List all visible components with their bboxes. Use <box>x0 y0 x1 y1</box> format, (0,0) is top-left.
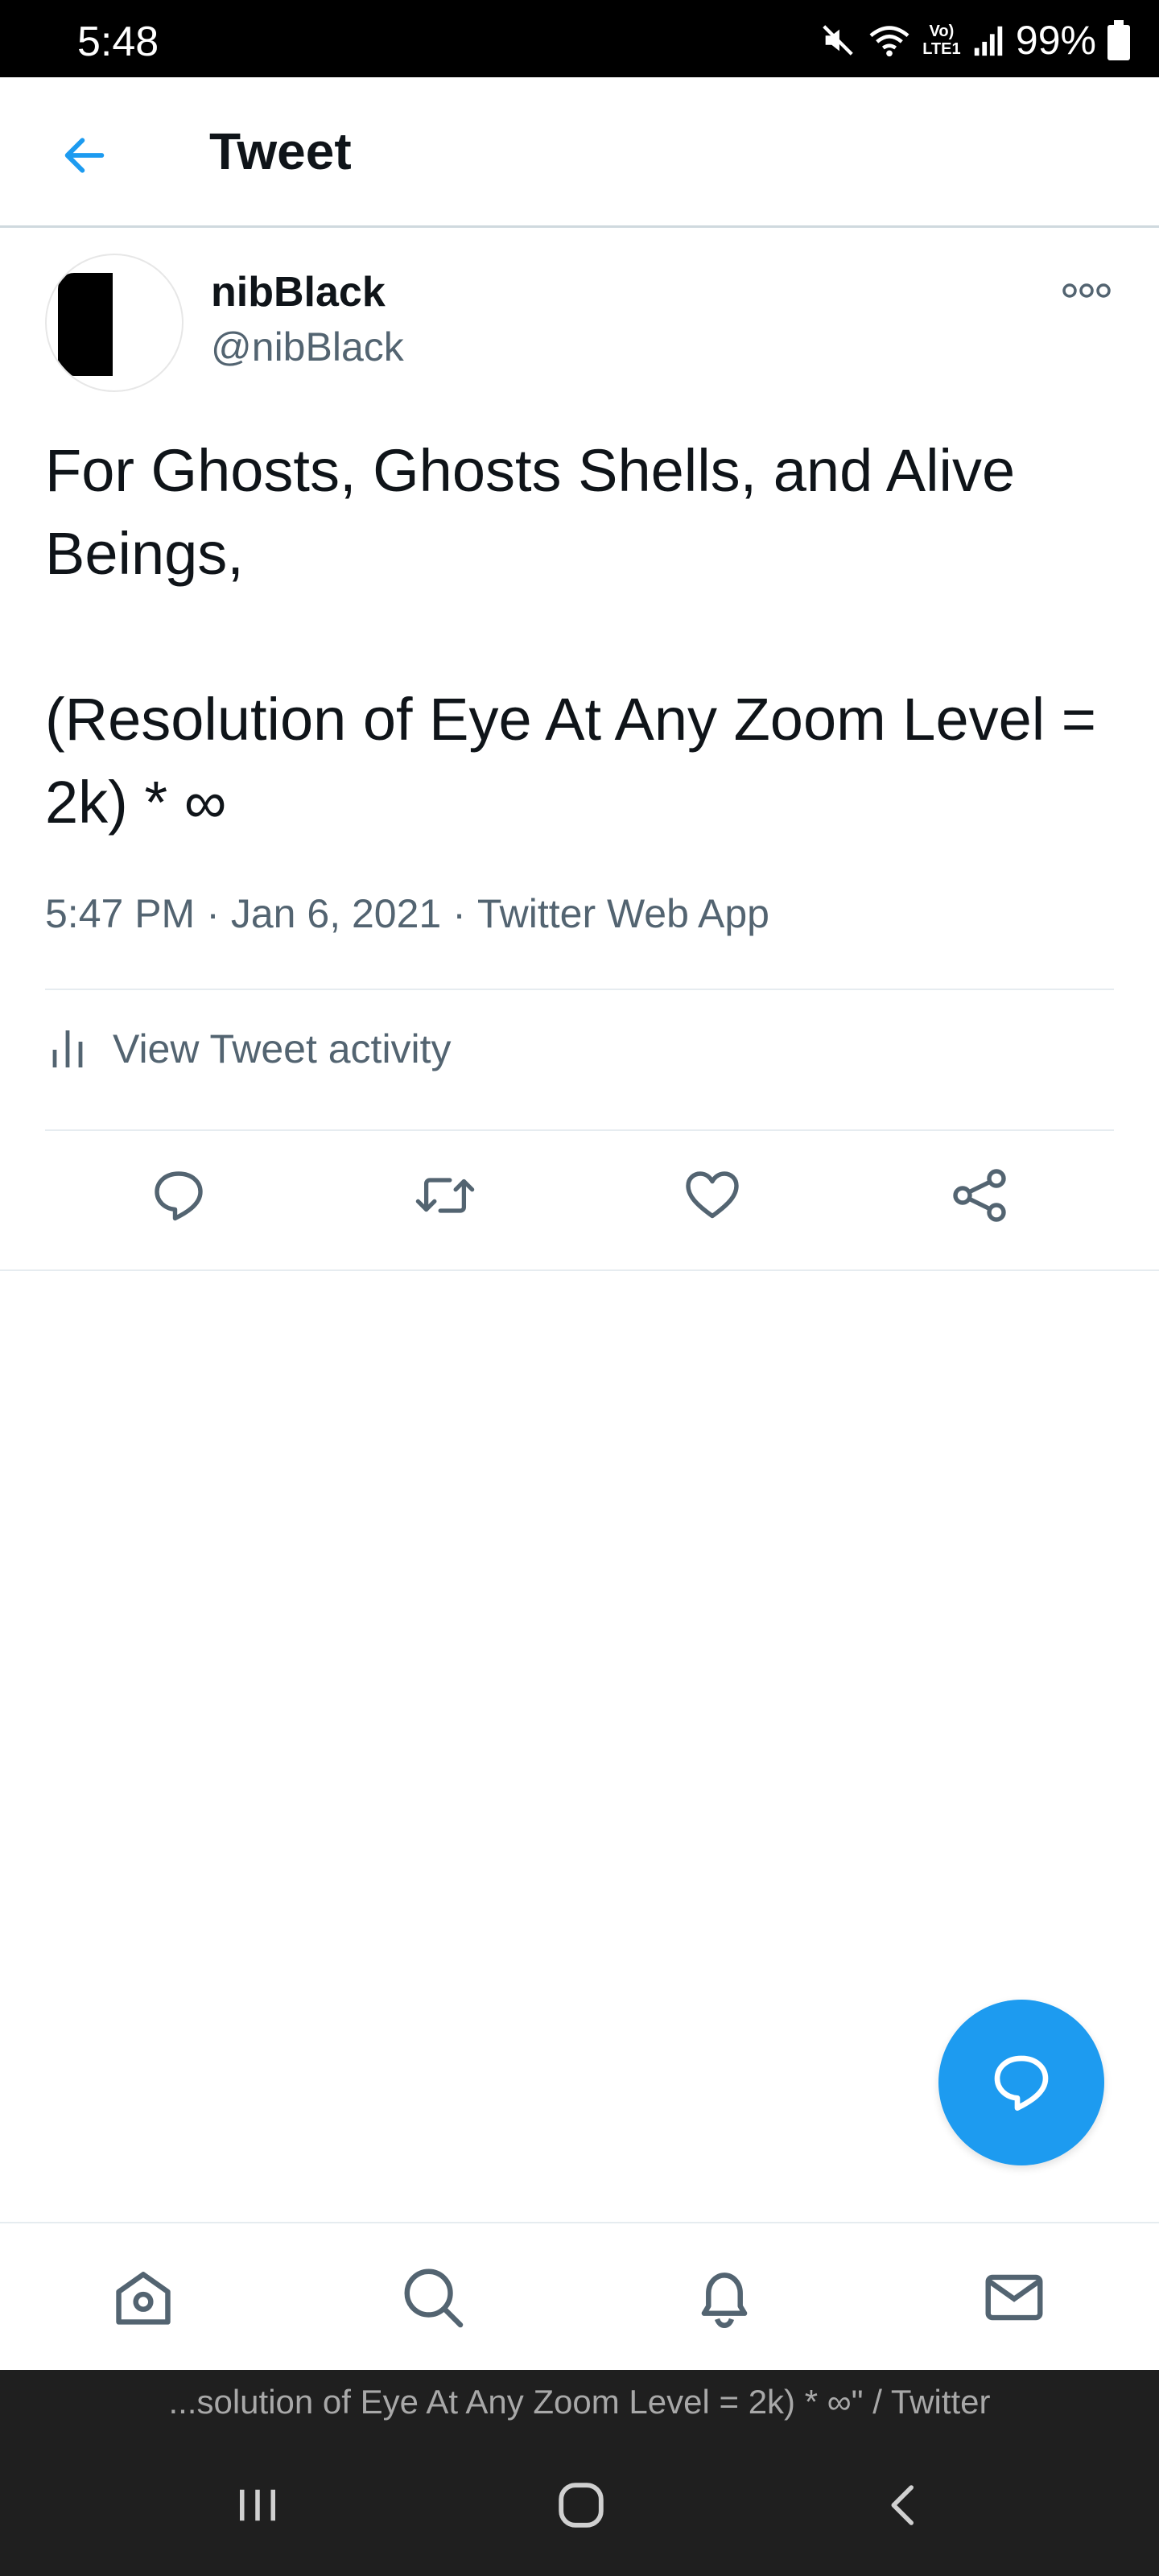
battery-percent: 99% <box>1015 18 1096 63</box>
status-icons: Vo) LTE1 99% <box>819 16 1130 64</box>
search-icon <box>404 2268 464 2328</box>
chevron-left-icon <box>891 2485 914 2525</box>
compose-reply-button[interactable] <box>938 2000 1104 2165</box>
more-options-button[interactable] <box>1046 266 1127 315</box>
app-header: Tweet <box>0 77 1159 228</box>
home-system-button[interactable] <box>533 2467 629 2544</box>
divider <box>45 1129 1114 1131</box>
home-circle-icon <box>559 2483 604 2528</box>
nav-home[interactable] <box>103 2257 184 2338</box>
divider <box>0 1269 1159 1271</box>
browser-page-title: ...solution of Eye At Any Zoom Level = 2… <box>0 2370 1159 2434</box>
status-time: 5:48 <box>77 19 159 65</box>
meta-separator: · <box>452 891 466 936</box>
retweet-icon <box>415 1178 475 1213</box>
mail-icon <box>985 2274 1043 2321</box>
bar-chart-icon <box>45 1026 90 1071</box>
mute-icon <box>823 25 853 56</box>
battery-icon <box>1107 20 1130 60</box>
back-button[interactable] <box>48 119 121 192</box>
tweet-source[interactable]: Twitter Web App <box>477 891 769 936</box>
home-icon <box>116 2272 171 2325</box>
display-name[interactable]: nibBlack <box>211 266 386 318</box>
arrow-left-icon <box>64 138 105 173</box>
status-bar: 5:48 Vo) LTE1 99% <box>0 0 1159 77</box>
tweet-meta: 5:47 PM · Jan 6, 2021 · Twitter Web App <box>45 888 769 939</box>
reply-button[interactable] <box>134 1151 223 1240</box>
heart-icon <box>686 1171 739 1219</box>
system-nav-bar <box>0 2434 1159 2576</box>
bottom-nav <box>0 2222 1159 2372</box>
avatar[interactable] <box>45 254 184 392</box>
nav-search[interactable] <box>393 2257 473 2338</box>
tweet-date: Jan 6, 2021 <box>230 891 442 936</box>
page-title: Tweet <box>209 122 352 180</box>
like-button[interactable] <box>668 1151 757 1240</box>
more-horizontal-icon <box>1062 283 1111 298</box>
nav-messages[interactable] <box>974 2257 1054 2338</box>
signal-icon <box>974 26 1003 56</box>
back-system-button[interactable] <box>856 2467 953 2544</box>
wifi-icon <box>869 26 909 57</box>
meta-separator: · <box>206 891 220 936</box>
bell-icon <box>701 2273 748 2328</box>
compose-reply-icon <box>994 2055 1049 2111</box>
user-handle[interactable]: @nibBlack <box>211 321 404 373</box>
tweet-time: 5:47 PM <box>45 891 196 936</box>
share-icon <box>953 1169 1006 1222</box>
activity-label: View Tweet activity <box>113 1026 452 1071</box>
network-type-label: Vo) LTE1 <box>922 23 961 58</box>
reply-icon <box>155 1171 203 1221</box>
recent-apps-button[interactable] <box>209 2467 306 2544</box>
share-button[interactable] <box>935 1151 1024 1240</box>
avatar-image <box>58 273 113 376</box>
retweet-button[interactable] <box>401 1151 489 1240</box>
divider <box>45 989 1114 990</box>
recent-apps-icon <box>240 2489 275 2521</box>
view-tweet-activity-button[interactable]: View Tweet activity <box>45 993 1116 1105</box>
nav-notifications[interactable] <box>684 2257 765 2338</box>
tweet-text: For Ghosts, Ghosts Shells, and Alive Bei… <box>45 437 1096 836</box>
